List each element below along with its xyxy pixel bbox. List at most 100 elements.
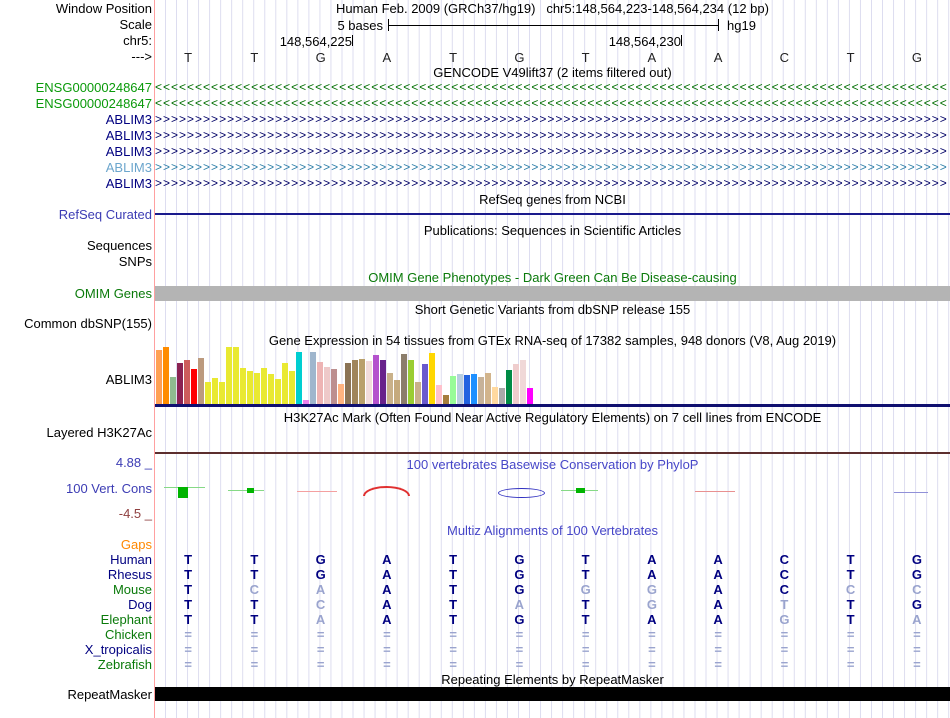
gene-row-arrows[interactable]: <<<<<<<<<<<<<<<<<<<<<<<<<<<<<<<<<<<<<<<<…: [155, 80, 948, 95]
gtex-bar: [506, 370, 512, 404]
gtex-bar: [471, 374, 477, 404]
align-letter: A: [884, 613, 950, 627]
align-letter: T: [818, 598, 884, 612]
align-letter: G: [553, 583, 619, 597]
species-label[interactable]: Dog: [0, 598, 152, 612]
align-letter: G: [751, 613, 817, 627]
align-letter: =: [553, 658, 619, 672]
gtex-bar: [415, 382, 421, 404]
species-label[interactable]: Zebrafish: [0, 658, 152, 672]
sequences-label[interactable]: Sequences: [0, 239, 152, 253]
phylop-feature-lens: [498, 488, 545, 498]
gtex-bar: [457, 374, 463, 404]
phylop-track-label[interactable]: 100 Vert. Cons: [0, 482, 152, 496]
h3k27ac-title: H3K27Ac Mark (Often Found Near Active Re…: [155, 411, 950, 425]
gene-row-arrows[interactable]: <<<<<<<<<<<<<<<<<<<<<<<<<<<<<<<<<<<<<<<<…: [155, 96, 948, 111]
gene-row-arrows[interactable]: >>>>>>>>>>>>>>>>>>>>>>>>>>>>>>>>>>>>>>>>…: [155, 160, 948, 175]
align-letter: C: [751, 583, 817, 597]
gtex-bar: [198, 358, 204, 404]
h3k27ac-label[interactable]: Layered H3K27Ac: [0, 426, 152, 440]
gtex-bar: [184, 360, 190, 404]
gene-row-arrows[interactable]: >>>>>>>>>>>>>>>>>>>>>>>>>>>>>>>>>>>>>>>>…: [155, 176, 948, 191]
omim-title: OMIM Gene Phenotypes - Dark Green Can Be…: [155, 271, 950, 285]
gtex-bar: [156, 350, 162, 404]
gene-row-label[interactable]: ENSG00000248647: [0, 81, 152, 95]
refseq-gene-bar[interactable]: [155, 213, 950, 215]
align-letter: =: [420, 658, 486, 672]
refseq-curated-label[interactable]: RefSeq Curated: [0, 208, 152, 222]
align-letter: =: [818, 643, 884, 657]
dbsnp-label[interactable]: Common dbSNP(155): [0, 317, 152, 331]
gtex-bar: [527, 388, 533, 404]
gtex-bar: [513, 364, 519, 404]
align-letter: =: [155, 643, 221, 657]
gene-row-label[interactable]: ABLIM3: [0, 145, 152, 159]
align-letter: =: [884, 628, 950, 642]
align-letter: =: [221, 628, 287, 642]
gtex-bar: [352, 360, 358, 404]
gtex-gene-label[interactable]: ABLIM3: [0, 373, 152, 387]
gene-row-arrows[interactable]: >>>>>>>>>>>>>>>>>>>>>>>>>>>>>>>>>>>>>>>>…: [155, 112, 948, 127]
gencode-title: GENCODE V49lift37 (2 items filtered out): [155, 66, 950, 80]
gene-row-label[interactable]: ENSG00000248647: [0, 97, 152, 111]
align-letter: A: [354, 613, 420, 627]
omim-genes-label[interactable]: OMIM Genes: [0, 287, 152, 301]
gaps-label[interactable]: Gaps: [0, 538, 152, 552]
align-letter: =: [288, 658, 354, 672]
species-label[interactable]: Rhesus: [0, 568, 152, 582]
base-letter: T: [221, 50, 287, 65]
gtex-bar: [226, 347, 232, 404]
gtex-bar: [436, 385, 442, 404]
phylop-feature-block: [178, 487, 188, 498]
align-letter: =: [619, 628, 685, 642]
gene-row-label[interactable]: ABLIM3: [0, 161, 152, 175]
align-letter: T: [553, 613, 619, 627]
align-letter: C: [288, 598, 354, 612]
gene-row-arrows[interactable]: >>>>>>>>>>>>>>>>>>>>>>>>>>>>>>>>>>>>>>>>…: [155, 144, 948, 159]
species-label[interactable]: Human: [0, 553, 152, 567]
align-letter: T: [420, 583, 486, 597]
snps-label[interactable]: SNPs: [0, 255, 152, 269]
gtex-bar: [275, 379, 281, 404]
species-label[interactable]: X_tropicalis: [0, 643, 152, 657]
refseq-title: RefSeq genes from NCBI: [155, 193, 950, 207]
gene-row-label[interactable]: ABLIM3: [0, 177, 152, 191]
gtex-bar: [268, 374, 274, 404]
species-label[interactable]: Elephant: [0, 613, 152, 627]
align-letter: G: [884, 568, 950, 582]
align-letter: T: [155, 568, 221, 582]
gtex-bar: [443, 395, 449, 404]
repeatmasker-label[interactable]: RepeatMasker: [0, 688, 152, 702]
gene-row-label[interactable]: ABLIM3: [0, 113, 152, 127]
align-letter: =: [685, 658, 751, 672]
gtex-bar: [233, 347, 239, 404]
gtex-bar: [317, 362, 323, 404]
align-letter: =: [486, 643, 552, 657]
align-letter: =: [354, 658, 420, 672]
gene-row-arrows[interactable]: >>>>>>>>>>>>>>>>>>>>>>>>>>>>>>>>>>>>>>>>…: [155, 128, 948, 143]
repeatmasker-title: Repeating Elements by RepeatMasker: [155, 673, 950, 687]
align-letter: C: [751, 553, 817, 567]
gtex-bar: [261, 368, 267, 404]
coordinate-tick: [352, 35, 353, 46]
align-letter: A: [288, 613, 354, 627]
gtex-bar: [422, 364, 428, 404]
align-letter: =: [155, 628, 221, 642]
align-letter: =: [221, 643, 287, 657]
align-letter: A: [288, 583, 354, 597]
align-letter: A: [685, 598, 751, 612]
align-letter: A: [354, 568, 420, 582]
align-letter: T: [818, 568, 884, 582]
align-letter: A: [354, 583, 420, 597]
gtex-bar: [366, 361, 372, 404]
align-letter: T: [553, 553, 619, 567]
omim-gene-bar[interactable]: [155, 286, 950, 301]
species-label[interactable]: Chicken: [0, 628, 152, 642]
align-letter: T: [420, 568, 486, 582]
repeatmasker-bar[interactable]: [155, 687, 950, 701]
gtex-bar: [380, 360, 386, 404]
species-label[interactable]: Mouse: [0, 583, 152, 597]
align-letter: =: [486, 628, 552, 642]
gene-row-label[interactable]: ABLIM3: [0, 129, 152, 143]
align-letter: C: [818, 583, 884, 597]
